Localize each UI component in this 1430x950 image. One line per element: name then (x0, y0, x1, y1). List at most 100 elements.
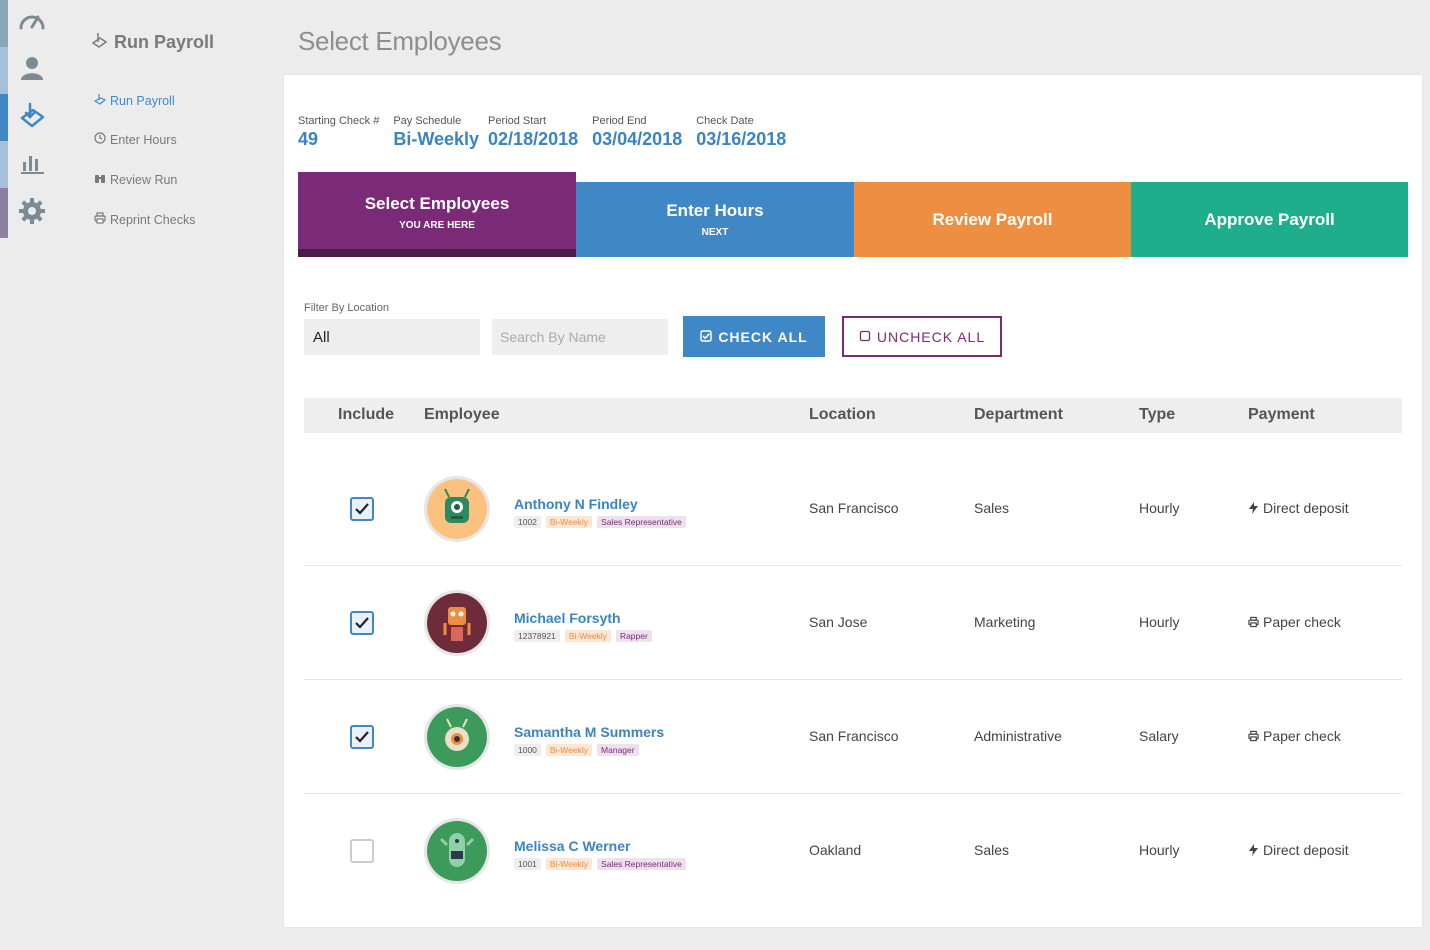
summary-period-end: Period End 03/04/2018 (592, 115, 682, 150)
summary-starting-check: Starting Check # 49 (298, 115, 379, 150)
employee-info: Melissa C Werner 1001 Bi-Weekly Sales Re… (514, 838, 686, 870)
location-cell: San Francisco (809, 727, 899, 744)
role-badge: Sales Representative (597, 858, 686, 870)
department-cell: Sales (974, 842, 1010, 858)
header-employee[interactable]: Employee (424, 406, 500, 424)
step-name: Select Employees (364, 194, 510, 213)
header-department[interactable]: Department (974, 406, 1063, 424)
clock-icon (94, 132, 106, 147)
payment-cell: Paper check (1248, 614, 1341, 630)
employee-info: Samantha M Summers 1000 Bi-Weekly Manage… (514, 724, 664, 756)
checkbox-empty-icon (859, 329, 871, 345)
subnav-link-review-run[interactable]: Review Run (94, 172, 177, 187)
step-name: Approve Payroll (1204, 209, 1335, 229)
avatar (424, 589, 490, 656)
include-checkbox[interactable] (350, 610, 374, 635)
summary-period-start: Period Start 02/18/2018 (488, 115, 578, 150)
icon-rail (0, 0, 64, 950)
type-cell: Hourly (1139, 613, 1180, 630)
summary-value: Bi-Weekly (393, 129, 480, 149)
subnav-link-run-payroll[interactable]: Run Payroll (93, 93, 175, 108)
employee-id-badge: 1002 (514, 516, 541, 528)
checkmark-icon (355, 730, 369, 743)
payment-cell: Direct deposit (1248, 500, 1349, 516)
employee-name-link[interactable]: Michael Forsyth (514, 610, 652, 626)
role-badge: Sales Representative (597, 516, 686, 528)
users-icon (17, 53, 47, 88)
subnav-link-reprint-checks[interactable]: Reprint Checks (94, 212, 195, 227)
hand-icon (93, 93, 107, 108)
rail-item-reports[interactable] (0, 141, 64, 188)
rail-item-payroll[interactable] (0, 94, 64, 141)
payroll-summary: Starting Check # 49 Pay Schedule Bi-Week… (298, 115, 800, 150)
uncheck-all-label: UNCHECK ALL (876, 328, 986, 345)
rail-item-settings[interactable] (0, 188, 64, 238)
employee-name-link[interactable]: Anthony N Findley (514, 496, 686, 512)
subnav-link-enter-hours[interactable]: Enter Hours (94, 132, 177, 147)
employee-info: Anthony N Findley 1002 Bi-Weekly Sales R… (514, 496, 686, 528)
payment-cell: Paper check (1248, 728, 1341, 744)
type-cell: Hourly (1139, 842, 1180, 858)
summary-label: Period End (592, 115, 647, 127)
summary-value: 03/16/2018 (696, 129, 787, 149)
step-select-employees[interactable]: Select Employees YOU ARE HERE (298, 172, 576, 257)
check-all-button[interactable]: CHECK ALL (683, 316, 825, 357)
uncheck-all-button[interactable]: UNCHECK ALL (842, 316, 1002, 357)
search-input[interactable] (492, 319, 668, 355)
summary-check-date: Check Date 03/16/2018 (696, 115, 786, 150)
summary-label: Pay Schedule (393, 115, 462, 127)
header-location[interactable]: Location (809, 406, 876, 424)
avatar (424, 703, 490, 770)
rail-stripe (0, 94, 8, 141)
payment-label: Direct deposit (1263, 842, 1349, 858)
employee-name-link[interactable]: Melissa C Werner (514, 838, 686, 854)
summary-pay-schedule: Pay Schedule Bi-Weekly (393, 115, 479, 150)
rail-stripe (0, 141, 8, 188)
step-name: Review Payroll (932, 209, 1053, 229)
step-enter-hours[interactable]: Enter Hours NEXT (576, 182, 854, 257)
include-checkbox[interactable] (350, 724, 374, 749)
header-type[interactable]: Type (1139, 406, 1175, 424)
subnav-link-label: Review Run (110, 172, 178, 187)
schedule-badge: Bi-Weekly (564, 630, 611, 642)
payment-label: Paper check (1263, 727, 1341, 744)
include-checkbox[interactable] (350, 839, 374, 863)
location-select[interactable]: All (304, 319, 480, 355)
page-title: Select Employees (298, 26, 502, 56)
department-cell: Sales (974, 499, 1010, 516)
reports-icon (17, 147, 47, 182)
table-row[interactable]: Anthony N Findley 1002 Bi-Weekly Sales R… (304, 452, 1402, 566)
schedule-badge: Bi-Weekly (545, 858, 593, 870)
header-include[interactable]: Include (338, 406, 394, 424)
rail-item-dashboard[interactable] (0, 0, 64, 47)
checkmark-icon (355, 502, 369, 515)
table-row[interactable]: Melissa C Werner 1001 Bi-Weekly Sales Re… (304, 794, 1402, 908)
main-panel: Starting Check # 49 Pay Schedule Bi-Week… (284, 75, 1422, 927)
step-review-payroll[interactable]: Review Payroll (854, 182, 1131, 257)
print-icon (94, 212, 106, 227)
secondary-nav: Run Payroll Run Payroll Enter Hours Revi… (64, 0, 284, 950)
schedule-badge: Bi-Weekly (545, 744, 593, 756)
avatar (424, 818, 490, 884)
payroll-icon (17, 100, 47, 135)
step-name: Enter Hours (666, 201, 764, 220)
employee-name-link[interactable]: Samantha M Summers (514, 724, 664, 740)
subnav-link-label: Reprint Checks (110, 212, 196, 227)
employee-tags: 12378921 Bi-Weekly Rapper (514, 630, 652, 642)
summary-label: Period Start (488, 115, 547, 127)
table-row[interactable]: Samantha M Summers 1000 Bi-Weekly Manage… (304, 680, 1402, 794)
step-status: NEXT (701, 227, 729, 238)
subnav-title: Run Payroll (90, 31, 214, 54)
wizard-steps: Select Employees YOU ARE HERE Enter Hour… (298, 172, 1408, 257)
subnav-link-label: Run Payroll (110, 93, 175, 108)
include-checkbox[interactable] (350, 496, 374, 521)
rail-item-users[interactable] (0, 47, 64, 94)
header-payment[interactable]: Payment (1248, 406, 1315, 424)
summary-value: 02/18/2018 (488, 129, 579, 149)
avatar (424, 475, 490, 542)
subnav-title-label: Run Payroll (114, 32, 215, 52)
summary-value: 03/04/2018 (592, 129, 683, 149)
table-row[interactable]: Michael Forsyth 12378921 Bi-Weekly Rappe… (304, 566, 1402, 680)
step-approve-payroll[interactable]: Approve Payroll (1131, 182, 1408, 257)
department-cell: Administrative (974, 727, 1062, 744)
